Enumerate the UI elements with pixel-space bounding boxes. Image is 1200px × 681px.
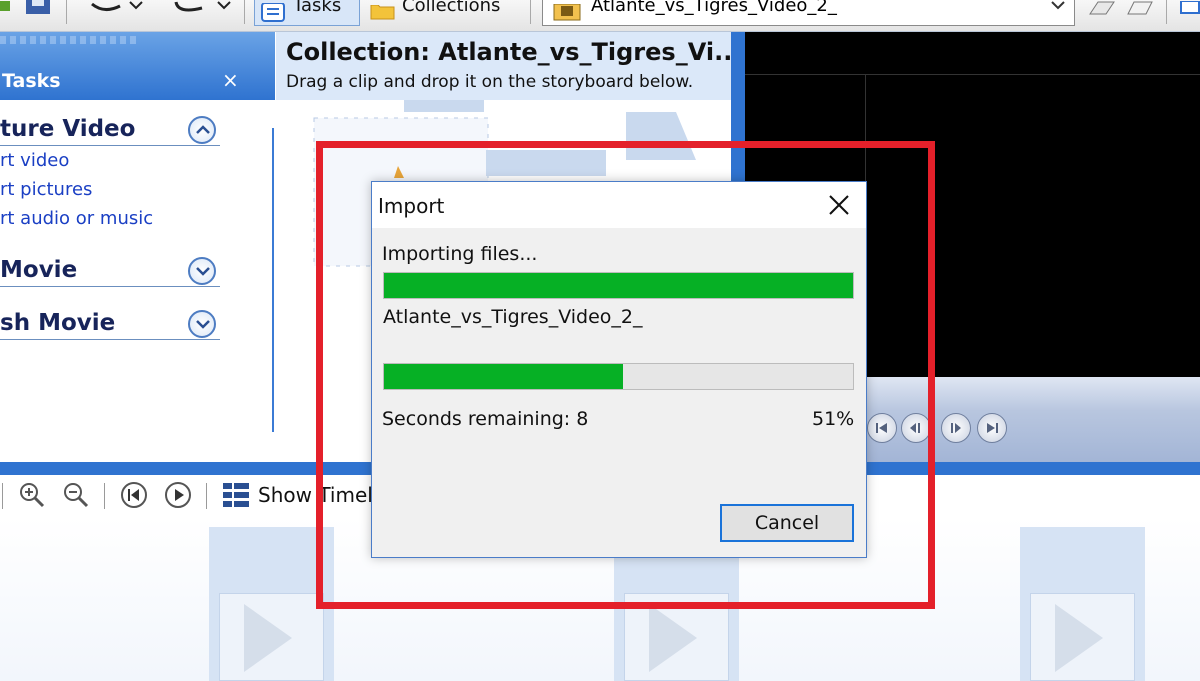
cancel-button[interactable]: Cancel — [720, 504, 854, 542]
section-title: sh Movie — [0, 310, 116, 336]
storyboard-slot[interactable] — [1020, 527, 1145, 681]
collection-title: Collection: Atlante_vs_Tigres_Vi... — [286, 38, 742, 66]
task-pane-header: Tasks × — [0, 32, 275, 100]
overall-progress-fill — [384, 273, 853, 298]
chevron-down-icon[interactable] — [188, 257, 216, 285]
pane-divider[interactable] — [272, 128, 274, 432]
main-toolbar: Tasks Collections Atlante_vs_Tigres_Vide… — [0, 0, 1200, 32]
views-icon[interactable] — [1180, 0, 1200, 19]
undo-icon[interactable] — [90, 0, 150, 20]
toolbar-separator — [1166, 0, 1167, 24]
toolbar-separator — [104, 483, 105, 509]
toolbar-separator — [244, 0, 245, 24]
storyboard-arrow-icon — [244, 604, 292, 672]
section-edit-movie[interactable]: Movie — [0, 257, 220, 287]
dialog-titlebar[interactable]: Import — [372, 182, 866, 228]
storyboard-arrow-icon — [649, 604, 697, 672]
save-icon[interactable] — [26, 0, 52, 20]
section-finish-movie[interactable]: sh Movie — [0, 310, 220, 340]
header-decoration — [0, 36, 140, 44]
new-folder-icon[interactable] — [1126, 0, 1154, 20]
storyboard-frame — [219, 593, 324, 681]
play-icon[interactable] — [164, 481, 192, 509]
redo-icon[interactable] — [172, 0, 238, 20]
chevron-down-icon — [1051, 1, 1065, 10]
overall-progress-bar — [383, 272, 854, 299]
import-dialog: Import Importing files... Atlante_vs_Tig… — [371, 181, 867, 558]
collections-button-label: Collections — [402, 0, 501, 16]
toolbar-separator — [206, 483, 207, 509]
storyboard-frame — [1030, 593, 1135, 681]
toolbar-separator — [2, 483, 3, 509]
task-pane-title: Tasks — [2, 70, 61, 92]
file-progress-fill — [384, 364, 624, 389]
movie-tasks-pane: Tasks × ture Video rt video rt pictures … — [0, 32, 275, 462]
collection-subtitle: Drag a clip and drop it on the storyboar… — [286, 72, 694, 92]
toolbar-separator — [530, 0, 531, 24]
new-icon[interactable] — [0, 0, 12, 19]
tasks-icon — [261, 2, 285, 22]
import-status: Importing files... — [382, 243, 538, 265]
storyboard-arrow-icon — [1055, 604, 1103, 672]
link-import-pictures[interactable]: rt pictures — [0, 179, 92, 200]
collections-folder-icon — [370, 5, 395, 20]
collection-header: Collection: Atlante_vs_Tigres_Vi... Drag… — [276, 32, 741, 100]
monitor-divider — [745, 74, 1200, 75]
section-title: Movie — [0, 257, 78, 283]
section-title: ture Video — [0, 116, 136, 142]
film-icon — [553, 3, 581, 20]
seconds-remaining: Seconds remaining: 8 — [382, 408, 589, 430]
rewind-icon[interactable] — [120, 481, 148, 509]
close-icon[interactable]: × — [222, 68, 239, 92]
section-capture-video[interactable]: ture Video — [0, 116, 220, 146]
toolbar-separator — [66, 0, 67, 24]
tasks-button[interactable]: Tasks — [254, 0, 360, 26]
zoom-in-icon[interactable] — [18, 481, 46, 509]
close-icon[interactable] — [824, 190, 854, 220]
timeline-icon[interactable] — [222, 481, 250, 509]
file-progress-bar — [383, 363, 854, 390]
collection-combo[interactable]: Atlante_vs_Tigres_Video_2_ — [542, 0, 1075, 26]
dialog-title: Import — [378, 194, 445, 218]
tasks-button-label: Tasks — [293, 0, 342, 16]
next-clip-icon[interactable] — [977, 413, 1007, 443]
zoom-out-icon[interactable] — [62, 481, 90, 509]
collection-up-icon[interactable] — [1088, 0, 1116, 20]
link-import-audio[interactable]: rt audio or music — [0, 208, 153, 229]
chevron-up-icon[interactable] — [188, 116, 216, 144]
link-import-video[interactable]: rt video — [0, 150, 69, 171]
progress-percent: 51% — [812, 408, 855, 430]
import-file-name: Atlante_vs_Tigres_Video_2_ — [383, 306, 643, 328]
next-frame-icon[interactable] — [941, 413, 971, 443]
collections-button[interactable]: Collections — [364, 0, 506, 26]
collection-combo-value: Atlante_vs_Tigres_Video_2_ — [591, 0, 837, 16]
chevron-down-icon[interactable] — [188, 310, 216, 338]
